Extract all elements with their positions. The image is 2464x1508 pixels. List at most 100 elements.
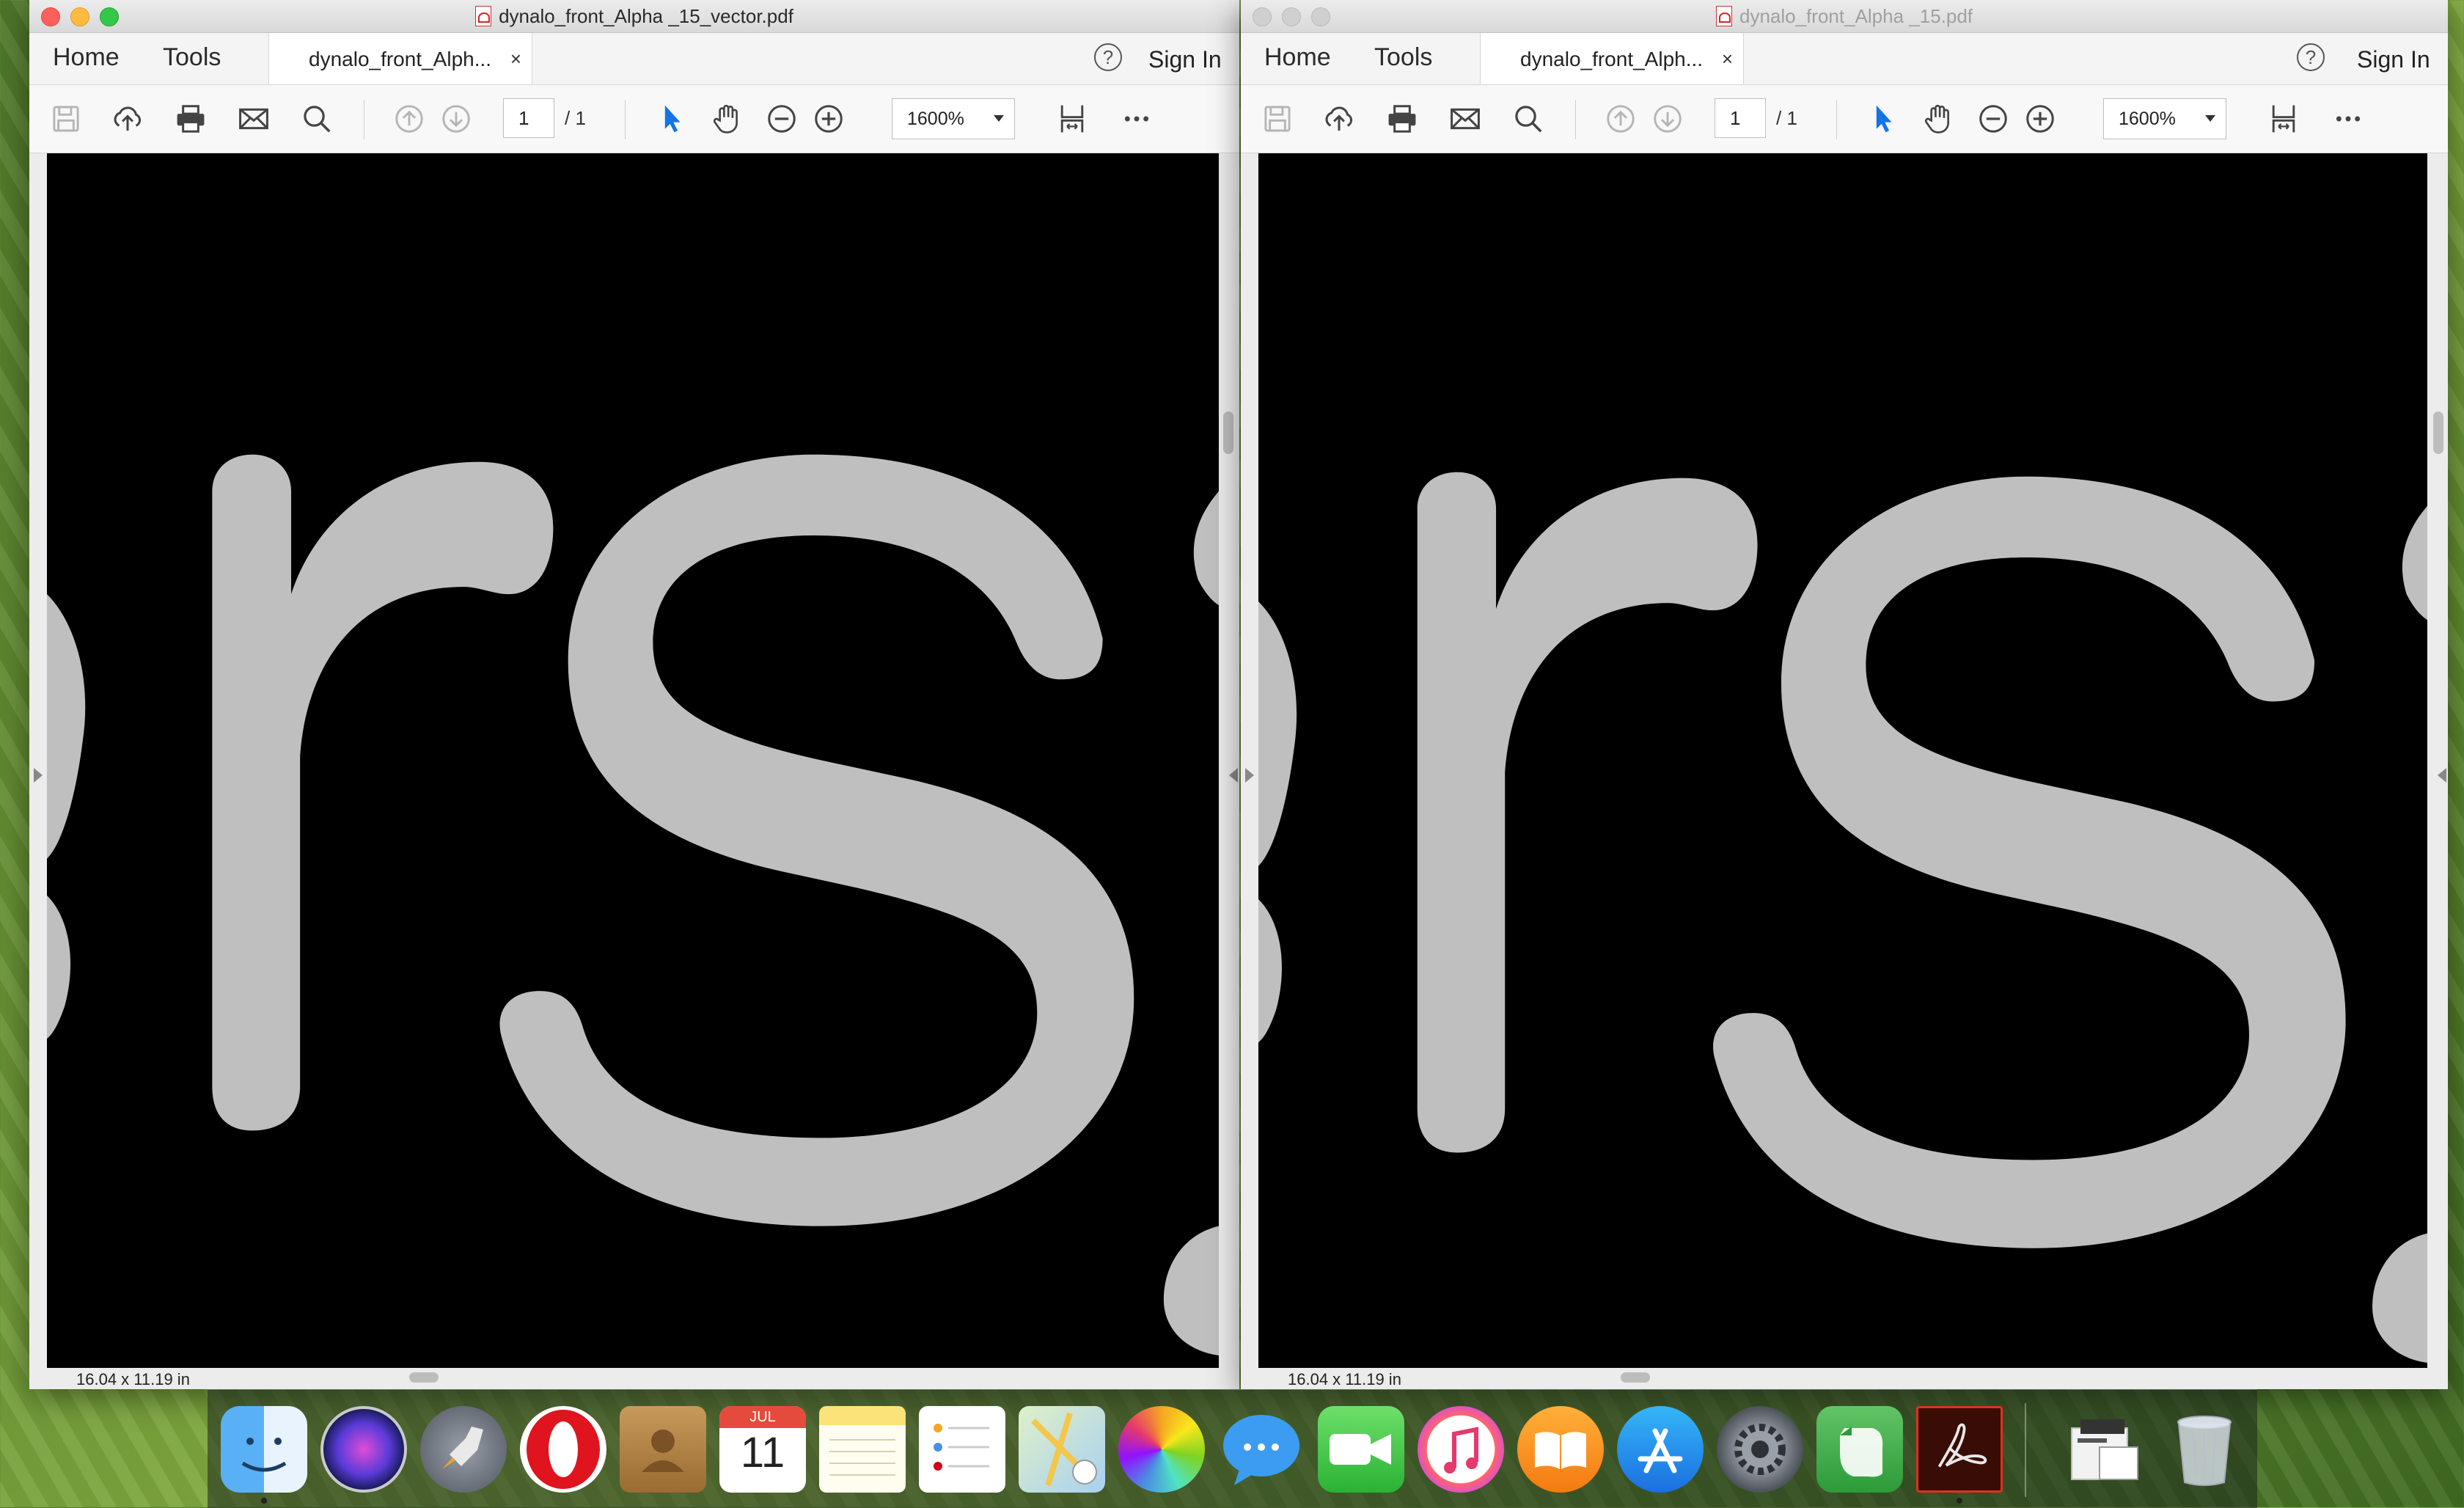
zoom-out-icon[interactable]: [1976, 101, 2011, 136]
document-tab-label: dynalo_front_Alph...: [309, 48, 492, 70]
close-window-button[interactable]: [41, 7, 60, 26]
tab-home[interactable]: Home: [53, 43, 120, 72]
toolbar-separator: [1575, 100, 1576, 139]
fit-page-icon[interactable]: [1055, 101, 1090, 136]
more-options-icon[interactable]: [1119, 101, 1154, 136]
help-icon[interactable]: ?: [1094, 43, 1122, 71]
pdf-page-canvas[interactable]: [47, 153, 1219, 1368]
tab-close-icon[interactable]: ×: [1722, 48, 1733, 70]
fit-page-icon[interactable]: [2266, 101, 2301, 136]
acrobat-window-vector[interactable]: dynalo_front_Alpha _15_vector.pdf Home T…: [29, 0, 1239, 1389]
finder-icon[interactable]: [221, 1406, 307, 1493]
upload-cloud-icon[interactable]: [1321, 101, 1357, 136]
page-number-input[interactable]: 1: [503, 98, 554, 138]
preview-pdf-icon[interactable]: [2061, 1406, 2148, 1493]
chevron-down-icon: [2205, 115, 2215, 122]
maps-icon[interactable]: [1019, 1406, 1105, 1493]
email-icon[interactable]: [1448, 101, 1483, 136]
print-icon[interactable]: [173, 101, 208, 136]
itunes-icon[interactable]: [1418, 1406, 1504, 1493]
right-pane-toggle-icon[interactable]: [2438, 768, 2446, 783]
select-cursor-icon[interactable]: [654, 101, 689, 136]
calendar-month: JUL: [719, 1406, 806, 1428]
messages-icon[interactable]: [1218, 1406, 1305, 1493]
help-icon[interactable]: ?: [2297, 43, 2325, 71]
zoom-window-button[interactable]: [1311, 7, 1330, 26]
pdf-page-canvas[interactable]: [1258, 153, 2427, 1368]
calendar-day: 11: [740, 1429, 785, 1476]
launchpad-icon[interactable]: [420, 1406, 507, 1493]
vertical-scrollbar-thumb[interactable]: [1223, 411, 1233, 454]
more-options-icon[interactable]: [2331, 101, 2366, 136]
document-viewport[interactable]: 16.04 x 11.19 in: [29, 153, 1239, 1389]
trash-icon[interactable]: [2161, 1406, 2248, 1493]
left-pane-toggle-icon[interactable]: [1245, 768, 1254, 783]
glyph-r: [1417, 472, 1758, 1153]
document-tab[interactable]: dynalo_front_Alph... ×: [1480, 33, 1744, 84]
tab-tools[interactable]: Tools: [163, 43, 221, 72]
system-preferences-icon[interactable]: [1717, 1406, 1803, 1493]
sign-in-link[interactable]: Sign In: [2357, 46, 2430, 73]
tab-home[interactable]: Home: [1264, 43, 1331, 72]
left-pane-toggle-icon[interactable]: [34, 768, 43, 783]
tab-tools[interactable]: Tools: [1374, 43, 1432, 72]
tab-bar: Home Tools dynalo_front_Alph... × ? Sign…: [1241, 33, 2448, 85]
save-icon[interactable]: [48, 101, 84, 136]
previous-page-icon[interactable]: [1603, 101, 1638, 136]
opera-icon[interactable]: [520, 1406, 606, 1493]
notes-icon[interactable]: [819, 1406, 906, 1493]
siri-icon[interactable]: [320, 1406, 407, 1493]
chevron-down-icon: [994, 115, 1004, 122]
vertical-scrollbar-thumb[interactable]: [2433, 411, 2443, 454]
reminders-icon[interactable]: [919, 1406, 1005, 1493]
zoom-out-icon[interactable]: [764, 101, 799, 136]
zoom-in-icon[interactable]: [2023, 101, 2058, 136]
window-title-text: dynalo_front_Alpha _15_vector.pdf: [499, 4, 793, 27]
zoom-in-icon[interactable]: [811, 101, 846, 136]
photos-icon[interactable]: [1118, 1406, 1205, 1493]
select-cursor-icon[interactable]: [1866, 101, 1901, 136]
zoom-level-select[interactable]: 1600%: [2103, 98, 2226, 139]
page-number-input[interactable]: 1: [1715, 98, 1766, 138]
hand-tool-icon[interactable]: [1921, 101, 1957, 136]
zoom-level-select[interactable]: 1600%: [892, 98, 1015, 139]
save-icon[interactable]: [1260, 101, 1295, 136]
page-total: / 1: [565, 107, 586, 129]
page-size-label: 16.04 x 11.19 in: [1288, 1370, 1401, 1388]
ibooks-icon[interactable]: [1517, 1406, 1604, 1493]
previous-page-icon[interactable]: [392, 101, 427, 136]
calendar-icon[interactable]: JUL 11: [719, 1406, 806, 1493]
document-tab[interactable]: dynalo_front_Alph... ×: [268, 33, 532, 84]
print-icon[interactable]: [1385, 101, 1420, 136]
next-page-icon[interactable]: [439, 101, 474, 136]
minimize-window-button[interactable]: [70, 7, 89, 26]
close-window-button[interactable]: [1253, 7, 1272, 26]
horizontal-scrollbar-thumb[interactable]: [1621, 1372, 1650, 1383]
search-icon[interactable]: [299, 101, 334, 136]
upload-cloud-icon[interactable]: [110, 101, 145, 136]
toolbar-separator: [625, 100, 626, 139]
acrobat-icon[interactable]: [1916, 1406, 2003, 1493]
title-bar[interactable]: dynalo_front_Alpha _15_vector.pdf: [29, 0, 1239, 33]
evernote-icon[interactable]: [1816, 1406, 1903, 1493]
document-tab-label: dynalo_front_Alph...: [1520, 48, 1704, 70]
hand-tool-icon[interactable]: [710, 101, 745, 136]
glyph-partial-left-bottom: [1258, 898, 1282, 1043]
sign-in-link[interactable]: Sign In: [1148, 46, 1222, 73]
facetime-icon[interactable]: [1318, 1406, 1404, 1493]
app-store-icon[interactable]: [1617, 1406, 1704, 1493]
acrobat-window-raster[interactable]: dynalo_front_Alpha _15.pdf Home Tools dy…: [1241, 0, 2448, 1389]
tab-close-icon[interactable]: ×: [510, 48, 521, 70]
right-pane-toggle-icon[interactable]: [1229, 768, 1238, 783]
zoom-window-button[interactable]: [100, 7, 119, 26]
horizontal-scrollbar-thumb[interactable]: [409, 1372, 439, 1383]
search-icon[interactable]: [1511, 101, 1546, 136]
next-page-icon[interactable]: [1650, 101, 1685, 136]
contacts-icon[interactable]: [620, 1406, 706, 1493]
toolbar: 1 / 1 1600%: [1241, 85, 2448, 153]
document-viewport[interactable]: 16.04 x 11.19 in: [1241, 153, 2448, 1389]
title-bar[interactable]: dynalo_front_Alpha _15.pdf: [1241, 0, 2448, 33]
traffic-lights: [1253, 7, 1330, 26]
minimize-window-button[interactable]: [1282, 7, 1301, 26]
email-icon[interactable]: [236, 101, 271, 136]
